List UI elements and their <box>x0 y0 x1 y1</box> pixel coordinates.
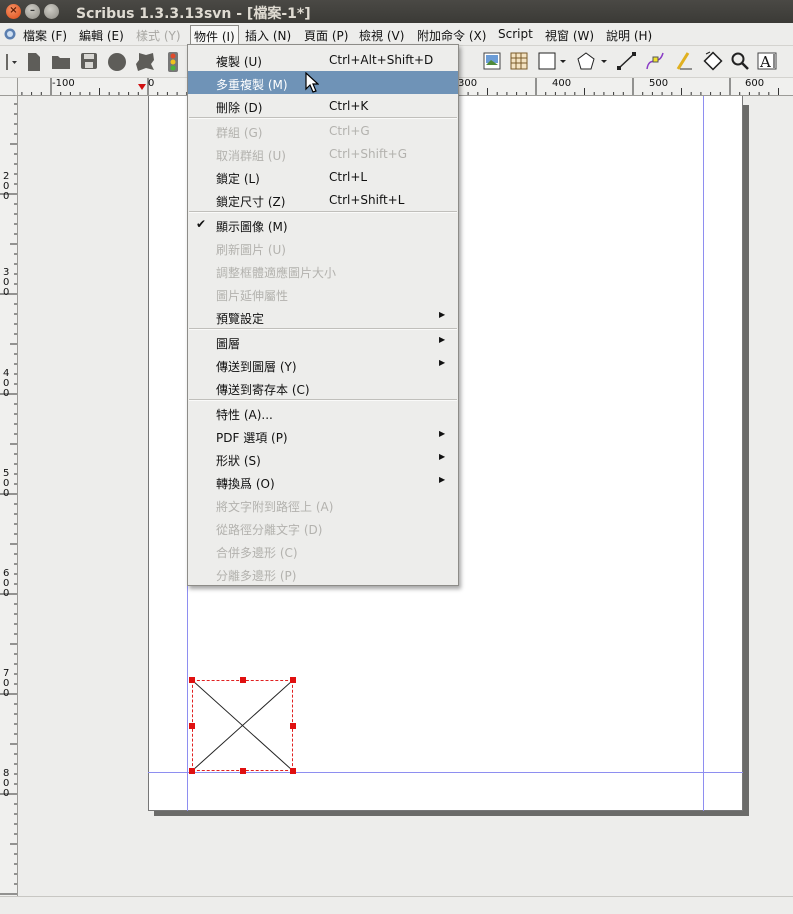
menu-item-convert-to[interactable]: 轉換爲 (O) ▶ <box>188 470 458 493</box>
menu-item-shape[interactable]: 形狀 (S) ▶ <box>188 447 458 470</box>
submenu-arrow-icon: ▶ <box>439 335 446 344</box>
close-document-icon[interactable] <box>107 52 127 75</box>
close-window-button[interactable]: × <box>6 4 21 19</box>
menu-script[interactable]: Script <box>498 27 533 41</box>
menu-item-show-image[interactable]: ✔ 顯示圖像 (M) <box>188 213 458 236</box>
ruler-label: 300 <box>458 78 478 89</box>
ruler-label: 500 <box>3 468 10 499</box>
menu-item-attach-text-to-path[interactable]: 將文字附到路徑上 (A) <box>188 493 458 516</box>
menu-style[interactable]: 樣式 (Y) <box>136 27 181 44</box>
submenu-arrow-icon: ▶ <box>439 310 446 319</box>
vertical-ruler[interactable]: 200 300 400 500 600 700 800 <box>0 96 18 896</box>
menu-item-delete[interactable]: 刪除 (D) Ctrl+K <box>188 94 458 117</box>
menu-item-send-to-scrapbook[interactable]: 傳送到寄存本 (C) <box>188 376 458 399</box>
menu-bar: 檔案 (F) 編輯 (E) 樣式 (Y) 物件 (I) 插入 (N) 頁面 (P… <box>0 23 793 48</box>
menu-item-lock-size[interactable]: 鎖定尺寸 (Z) Ctrl+Shift+L <box>188 188 458 211</box>
empty-image-placeholder-icon <box>193 681 292 770</box>
maximize-window-button[interactable] <box>44 4 59 19</box>
menu-help[interactable]: 說明 (H) <box>606 27 652 44</box>
menu-file[interactable]: 檔案 (F) <box>23 27 67 44</box>
title-bar: × – Scribus 1.3.3.13svn - [檔案-1*] <box>0 0 793 23</box>
rotate-icon[interactable] <box>702 50 724 75</box>
menu-item-attributes[interactable]: 特性 (A)... <box>188 401 458 424</box>
ruler-label: 500 <box>649 78 669 89</box>
print-icon[interactable] <box>134 52 156 75</box>
menu-item-ungroup[interactable]: 取消群組 (U) Ctrl+Shift+G <box>188 142 458 165</box>
margin-guide-right <box>703 96 704 811</box>
menu-item-split-polygons[interactable]: 分離多邊形 (P) <box>188 562 458 585</box>
window-title: Scribus 1.3.3.13svn - [檔案-1*] <box>76 6 311 22</box>
polygon-icon[interactable] <box>577 52 609 73</box>
menu-item-layers[interactable]: 圖層 ▶ <box>188 330 458 353</box>
save-icon[interactable] <box>80 52 98 73</box>
line-icon[interactable] <box>617 52 637 73</box>
ruler-label: -100 <box>52 78 75 89</box>
ruler-label: 300 <box>3 267 10 298</box>
scribus-logo-icon <box>4 28 16 43</box>
resize-handle-top-right[interactable] <box>290 677 296 683</box>
bezier-icon[interactable] <box>645 51 665 74</box>
minimize-window-button[interactable]: – <box>25 4 40 19</box>
menu-item-preview-settings[interactable]: 預覽設定 ▶ <box>188 305 458 328</box>
resize-handle-bottom-left[interactable] <box>189 768 195 774</box>
freehand-icon[interactable] <box>674 51 694 74</box>
resize-handle-left[interactable] <box>189 723 195 729</box>
object-menu-dropdown: 複製 (U) Ctrl+Alt+Shift+D 多重複製 (M) 刪除 (D) Ct… <box>187 44 459 586</box>
zoom-icon[interactable] <box>731 52 749 73</box>
menu-item-send-to-layer[interactable]: 傳送到圖層 (Y) ▶ <box>188 353 458 376</box>
mouse-cursor-icon <box>305 71 320 97</box>
menu-windows[interactable]: 視窗 (W) <box>545 27 594 44</box>
new-document-icon[interactable] <box>26 52 42 75</box>
resize-handle-top-left[interactable] <box>189 677 195 683</box>
menu-item-extended-image-properties[interactable]: 圖片延伸屬性 <box>188 282 458 305</box>
image-frame-icon[interactable] <box>483 52 501 73</box>
submenu-arrow-icon: ▶ <box>439 429 446 438</box>
ruler-label: 600 <box>745 78 765 89</box>
horizontal-scrollbar[interactable] <box>0 896 793 914</box>
ruler-label: 800 <box>3 768 10 799</box>
resize-handle-bottom[interactable] <box>240 768 246 774</box>
svg-text:A: A <box>759 53 771 71</box>
ruler-marker-icon <box>138 79 146 93</box>
table-icon[interactable] <box>510 52 528 73</box>
resize-handle-bottom-right[interactable] <box>290 768 296 774</box>
submenu-arrow-icon: ▶ <box>439 358 446 367</box>
ruler-label: 600 <box>3 568 10 599</box>
menu-item-duplicate[interactable]: 複製 (U) Ctrl+Alt+Shift+D <box>188 48 458 71</box>
resize-handle-right[interactable] <box>290 723 296 729</box>
margin-guide-bottom <box>148 772 743 773</box>
preflight-icon[interactable] <box>165 51 181 76</box>
ruler-corner <box>0 78 18 96</box>
menu-item-combine-polygons[interactable]: 合併多邊形 (C) <box>188 539 458 562</box>
menu-item-adjust-frame-to-image[interactable]: 調整框體適應圖片大小 <box>188 259 458 282</box>
menu-item-update-image[interactable]: 刷新圖片 (U) <box>188 236 458 259</box>
ruler-label: 200 <box>3 171 10 202</box>
ruler-label: 400 <box>3 368 10 399</box>
ruler-label: 700 <box>3 668 10 699</box>
ruler-label: 400 <box>552 78 572 89</box>
menu-insert[interactable]: 插入 (N) <box>245 27 291 44</box>
ruler-label: 0 <box>148 78 155 89</box>
edit-text-icon[interactable]: A <box>757 51 779 74</box>
open-folder-icon[interactable] <box>51 53 71 74</box>
menu-page[interactable]: 頁面 (P) <box>304 27 348 44</box>
menu-item-multiple-duplicate[interactable]: 多重複製 (M) <box>188 71 458 94</box>
submenu-arrow-icon: ▶ <box>439 452 446 461</box>
checkmark-icon: ✔ <box>196 217 207 231</box>
shape-icon[interactable] <box>538 52 568 73</box>
menu-item-group[interactable]: 群組 (G) Ctrl+G <box>188 119 458 142</box>
menu-item-pdf-options[interactable]: PDF 選項 (P) ▶ <box>188 424 458 447</box>
grip-icon[interactable] <box>4 52 18 75</box>
menu-edit[interactable]: 編輯 (E) <box>79 27 124 44</box>
resize-handle-top[interactable] <box>240 677 246 683</box>
menu-item-lock[interactable]: 鎖定 (L) Ctrl+L <box>188 165 458 188</box>
menu-extras[interactable]: 附加命令 (X) <box>417 27 486 44</box>
image-frame[interactable] <box>192 680 293 771</box>
menu-view[interactable]: 檢視 (V) <box>359 27 404 44</box>
menu-item-detach-text-from-path[interactable]: 從路徑分離文字 (D) <box>188 516 458 539</box>
submenu-arrow-icon: ▶ <box>439 475 446 484</box>
